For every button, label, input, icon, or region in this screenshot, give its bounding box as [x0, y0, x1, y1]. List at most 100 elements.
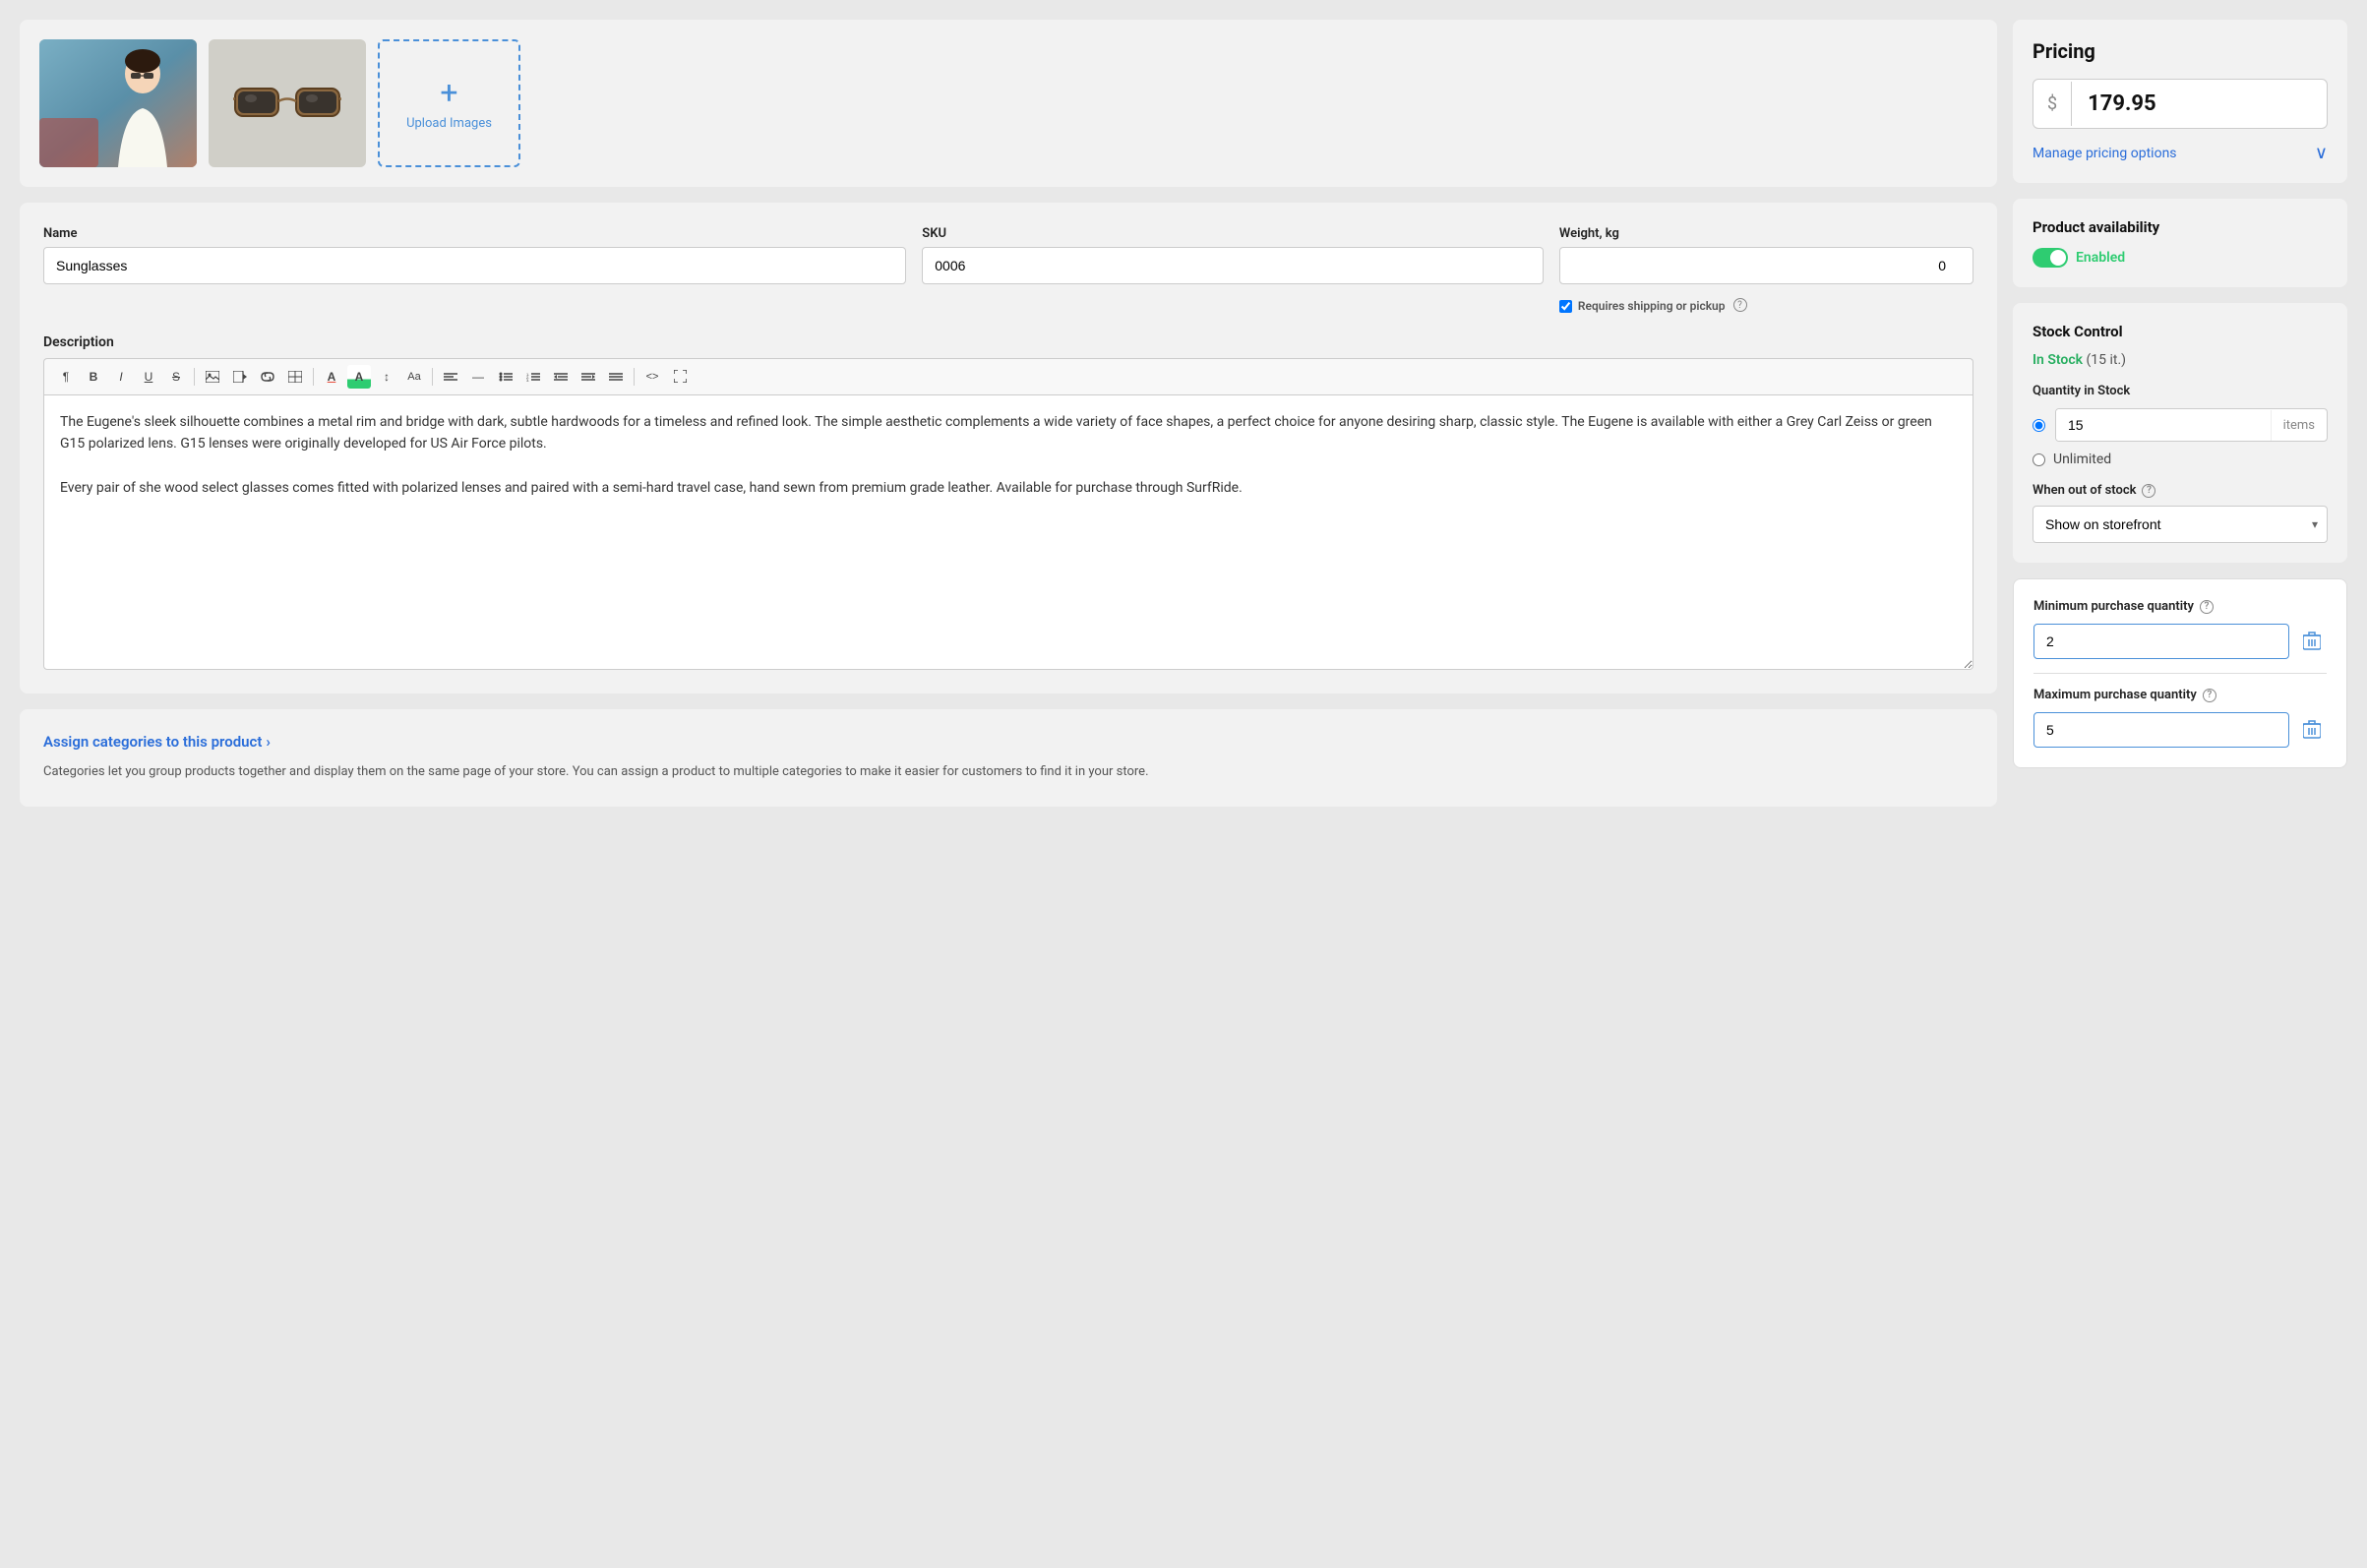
- section-separator: [2033, 673, 2327, 674]
- max-purchase-input[interactable]: [2033, 712, 2289, 748]
- toolbar-code[interactable]: <>: [640, 365, 664, 389]
- product-image-glasses: [209, 39, 366, 167]
- name-input[interactable]: [43, 247, 906, 284]
- availability-status: Enabled: [2033, 248, 2328, 268]
- toolbar-fullscreen[interactable]: [668, 365, 692, 389]
- max-purchase-delete-button[interactable]: [2297, 715, 2327, 745]
- toolbar-align-justify[interactable]: [604, 365, 628, 389]
- image-thumb-1[interactable]: [39, 39, 197, 167]
- upload-images-button[interactable]: + Upload Images: [378, 39, 520, 167]
- toolbar-paragraph[interactable]: ¶: [54, 365, 78, 389]
- categories-link-text: Assign categories to this product: [43, 733, 262, 751]
- toolbar-list-bullet[interactable]: [494, 365, 517, 389]
- purchase-qty-card: Minimum purchase quantity ? Maximum purc…: [2013, 578, 2347, 768]
- toolbar-list-num[interactable]: 1.2.3.: [521, 365, 545, 389]
- toolbar-underline[interactable]: U: [137, 365, 160, 389]
- toolbar-divider-1: [194, 368, 195, 386]
- shipping-help-icon[interactable]: ?: [1733, 298, 1747, 312]
- product-form-card: Name SKU Weight, kg Requires shipping or…: [20, 203, 1997, 694]
- name-field-group: Name: [43, 226, 906, 284]
- editor-toolbar: ¶ B I U S A A: [43, 358, 1973, 394]
- upload-plus-icon: +: [440, 77, 457, 108]
- toolbar-video[interactable]: [228, 365, 252, 389]
- min-purchase-delete-button[interactable]: [2297, 627, 2327, 656]
- price-value: 179.95: [2072, 80, 2327, 128]
- weight-input[interactable]: [1559, 247, 1973, 284]
- toolbar-indent-more[interactable]: [577, 365, 600, 389]
- toolbar-strikethrough[interactable]: S: [164, 365, 188, 389]
- shipping-label: Requires shipping or pickup: [1578, 298, 1726, 315]
- stock-card: Stock Control In Stock (15 it.) Quantity…: [2013, 303, 2347, 563]
- qty-in-stock-label: Quantity in Stock: [2033, 384, 2328, 398]
- description-section: Description ¶ B I U S: [43, 334, 1973, 670]
- assign-categories-link[interactable]: Assign categories to this product ›: [43, 733, 1973, 751]
- in-stock-label: In Stock: [2033, 352, 2083, 368]
- description-label: Description: [43, 334, 1973, 350]
- toolbar-align-left[interactable]: [439, 365, 462, 389]
- toolbar-link[interactable]: [256, 365, 279, 389]
- sku-input[interactable]: [922, 247, 1544, 284]
- name-label: Name: [43, 226, 906, 241]
- qty-input-row: items: [2033, 408, 2328, 442]
- min-purchase-row: [2033, 624, 2327, 659]
- toolbar-indent-less[interactable]: [549, 365, 573, 389]
- manage-pricing-label: Manage pricing options: [2033, 146, 2177, 161]
- toolbar-bg-color[interactable]: A: [347, 365, 371, 389]
- out-of-stock-label-text: When out of stock: [2033, 483, 2136, 498]
- in-stock-info: In Stock (15 it.): [2033, 352, 2328, 368]
- out-of-stock-label: When out of stock ?: [2033, 483, 2328, 498]
- max-purchase-row: [2033, 712, 2327, 748]
- toolbar-divider-4: [634, 368, 635, 386]
- availability-enabled-text: Enabled: [2076, 250, 2125, 266]
- qty-number-radio[interactable]: [2033, 419, 2045, 432]
- toolbar-font[interactable]: Aa: [402, 365, 426, 389]
- min-purchase-help-icon[interactable]: ?: [2200, 600, 2214, 614]
- qty-unit-label: items: [2271, 410, 2327, 441]
- shipping-checkbox[interactable]: [1559, 300, 1572, 313]
- images-row: + Upload Images: [39, 39, 1977, 167]
- max-purchase-help-icon[interactable]: ?: [2203, 689, 2216, 702]
- availability-title: Product availability: [2033, 218, 2328, 236]
- manage-pricing-chevron-icon: ∨: [2315, 143, 2328, 163]
- categories-chevron-icon: ›: [266, 733, 271, 751]
- max-purchase-label-text: Maximum purchase quantity: [2033, 688, 2197, 702]
- description-editor[interactable]: The Eugene's sleek silhouette combines a…: [43, 394, 1973, 670]
- upload-label: Upload Images: [406, 116, 492, 131]
- image-thumb-2[interactable]: [209, 39, 366, 167]
- price-input-row: $ 179.95: [2033, 79, 2328, 129]
- toolbar-image[interactable]: [201, 365, 224, 389]
- product-image-person: [39, 39, 197, 167]
- images-section: + Upload Images: [20, 20, 1997, 187]
- toolbar-bold[interactable]: B: [82, 365, 105, 389]
- toolbar-italic[interactable]: I: [109, 365, 133, 389]
- svg-text:3.: 3.: [526, 378, 529, 382]
- min-purchase-input[interactable]: [2033, 624, 2289, 659]
- availability-toggle[interactable]: [2033, 248, 2068, 268]
- stock-title: Stock Control: [2033, 323, 2328, 340]
- categories-card: Assign categories to this product › Cate…: [20, 709, 1997, 807]
- toolbar-divider-3: [432, 368, 433, 386]
- availability-card: Product availability Enabled: [2013, 199, 2347, 287]
- out-of-stock-help-icon[interactable]: ?: [2142, 484, 2155, 498]
- manage-pricing-link[interactable]: Manage pricing options ∨: [2033, 143, 2328, 163]
- qty-number-input[interactable]: [2056, 409, 2271, 441]
- toolbar-text-color[interactable]: A: [320, 365, 343, 389]
- unlimited-radio-row: Unlimited: [2033, 452, 2328, 467]
- out-of-stock-select[interactable]: Show on storefront Hide from storefront …: [2033, 506, 2328, 543]
- shipping-checkbox-row: Requires shipping or pickup ?: [1559, 298, 1973, 315]
- desc-paragraph-2: Every pair of she wood select glasses co…: [60, 477, 1957, 499]
- toolbar-text-size[interactable]: ↕: [375, 365, 398, 389]
- out-of-stock-select-wrap: Show on storefront Hide from storefront …: [2033, 506, 2328, 543]
- qty-input-wrap: items: [2055, 408, 2328, 442]
- sku-field-group: SKU: [922, 226, 1544, 284]
- categories-description: Categories let you group products togeth…: [43, 762, 1973, 783]
- toolbar-table[interactable]: [283, 365, 307, 389]
- max-purchase-label: Maximum purchase quantity ?: [2033, 688, 2327, 702]
- weight-label: Weight, kg: [1559, 226, 1973, 241]
- min-purchase-label-text: Minimum purchase quantity: [2033, 599, 2194, 614]
- toolbar-hr[interactable]: —: [466, 365, 490, 389]
- in-stock-quantity: (15 it.): [2087, 352, 2127, 368]
- sku-label: SKU: [922, 226, 1544, 241]
- unlimited-radio[interactable]: [2033, 453, 2045, 466]
- toolbar-divider-2: [313, 368, 314, 386]
